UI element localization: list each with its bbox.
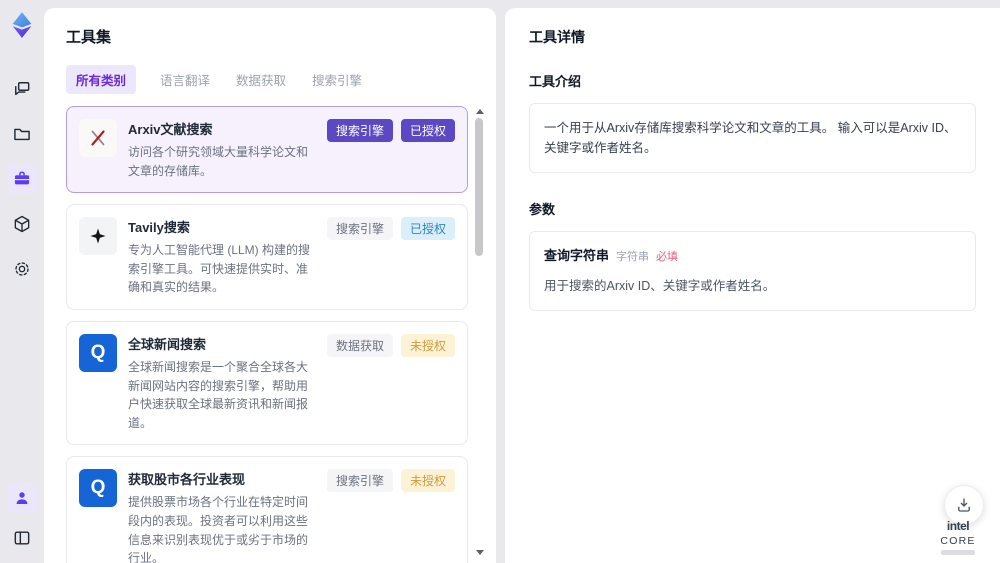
page-title: 工具集 [66, 29, 112, 46]
toolbox-icon-active[interactable] [7, 164, 37, 194]
auth-badge: 已授权 [400, 217, 455, 241]
stock-tool-logo-icon: Q [79, 469, 117, 508]
tool-description: 专为人工智能代理 (LLM) 构建的搜索引擎工具。可快速提供实时、准确和真实的结… [128, 243, 311, 295]
scrollbar-thumb[interactable] [475, 118, 483, 256]
tool-description: 访问各个研究领域大量科学论文和文章的存储库。 [128, 145, 309, 178]
intro-text: 一个用于从Arxiv存储库搜索科学论文和文章的工具。 输入可以是Arxiv ID… [544, 121, 957, 155]
scroll-down-arrow-icon[interactable] [476, 550, 484, 555]
intro-box: 一个用于从Arxiv存储库搜索科学论文和文章的工具。 输入可以是Arxiv ID… [529, 103, 976, 173]
brand-intel: intel [946, 519, 970, 533]
tab-data-fetch[interactable]: 数据获取 [234, 65, 288, 94]
app-window: 工具集 所有类别 语言翻译 数据获取 搜索引擎 Arxiv文献搜索 访问各个研究… [0, 0, 1000, 563]
tab-search-engine[interactable]: 搜索引擎 [310, 65, 364, 94]
news-search-logo-icon: Q [79, 333, 117, 372]
category-badge: 搜索引擎 [326, 217, 393, 241]
scroll-up-arrow-icon[interactable] [476, 109, 484, 114]
cube-icon[interactable] [7, 209, 37, 239]
params-heading: 参数 [529, 202, 556, 217]
param-name: 查询字符串 [544, 248, 610, 263]
content-panels: 工具集 所有类别 语言翻译 数据获取 搜索引擎 Arxiv文献搜索 访问各个研究… [44, 0, 1000, 563]
settings-gear-icon[interactable] [7, 254, 37, 284]
category-tabs: 所有类别 语言翻译 数据获取 搜索引擎 [66, 65, 484, 94]
tool-description: 全球新闻搜索是一个聚合全球各大新闻网站内容的搜索引擎，帮助用户快速获取全球最新资… [128, 359, 309, 430]
arxiv-logo-icon [79, 119, 117, 157]
auth-badge: 未授权 [400, 333, 455, 357]
tool-card-arxiv[interactable]: Arxiv文献搜索 访问各个研究领域大量科学论文和文章的存储库。 搜索引擎 已授… [66, 106, 468, 194]
intro-heading: 工具介绍 [529, 74, 582, 89]
tool-description: 提供股票市场各个行业在特定时间段内的表现。投资者可以利用这些信息来识别表现优于或… [128, 495, 309, 563]
auth-badge: 已授权 [400, 119, 455, 142]
list-scrollbar[interactable] [474, 106, 484, 563]
app-logo-icon [7, 10, 37, 40]
category-badge: 搜索引擎 [326, 119, 393, 142]
tool-list: Arxiv文献搜索 访问各个研究领域大量科学论文和文章的存储库。 搜索引擎 已授… [66, 106, 484, 563]
param-description: 用于搜索的Arxiv ID、关键字或作者姓名。 [544, 278, 776, 293]
brand-core: CORE [940, 535, 976, 547]
tool-card-global-news[interactable]: Q 全球新闻搜索 全球新闻搜索是一个聚合全球各大新闻网站内容的搜索引擎，帮助用户… [66, 320, 468, 446]
tool-detail-panel: 工具详情 工具介绍 一个用于从Arxiv存储库搜索科学论文和文章的工具。 输入可… [505, 8, 1000, 563]
user-icon[interactable] [7, 483, 37, 513]
tool-list-panel: 工具集 所有类别 语言翻译 数据获取 搜索引擎 Arxiv文献搜索 访问各个研究… [44, 8, 496, 563]
intel-core-logo: intel CORE [930, 519, 986, 555]
tavily-star-icon [79, 217, 117, 256]
category-badge: 数据获取 [326, 333, 393, 357]
param-type: 字符串 [616, 251, 650, 263]
brand-subtext-bar [941, 550, 975, 555]
tool-card-sector-performance[interactable]: Q 获取股市各行业表现 提供股票市场各个行业在特定时间段内的表现。投资者可以利用… [66, 456, 468, 563]
detail-title: 工具详情 [529, 29, 585, 45]
sidebar-nav [7, 74, 37, 284]
tab-all-categories[interactable]: 所有类别 [66, 65, 137, 94]
folder-icon[interactable] [7, 119, 37, 149]
chat-icon[interactable] [7, 74, 37, 104]
collapse-panel-icon[interactable] [7, 523, 37, 553]
auth-badge: 未授权 [400, 469, 455, 493]
tab-translation[interactable]: 语言翻译 [158, 65, 212, 94]
parameter-box: 查询字符串 字符串 必填 用于搜索的Arxiv ID、关键字或作者姓名。 [529, 231, 976, 311]
tool-name: 获取股市各行业表现 [128, 472, 246, 488]
tool-name: 全球新闻搜索 [128, 336, 207, 352]
tool-card-tavily[interactable]: Tavily搜索 专为人工智能代理 (LLM) 构建的搜索引擎工具。可快速提供实… [66, 204, 468, 310]
sidebar-bottom [7, 483, 37, 553]
param-required-badge: 必填 [656, 251, 679, 263]
tool-name: Tavily搜索 [128, 220, 190, 236]
tool-name: Arxiv文献搜索 [128, 122, 213, 137]
category-badge: 搜索引擎 [326, 469, 393, 493]
sidebar [0, 0, 44, 563]
